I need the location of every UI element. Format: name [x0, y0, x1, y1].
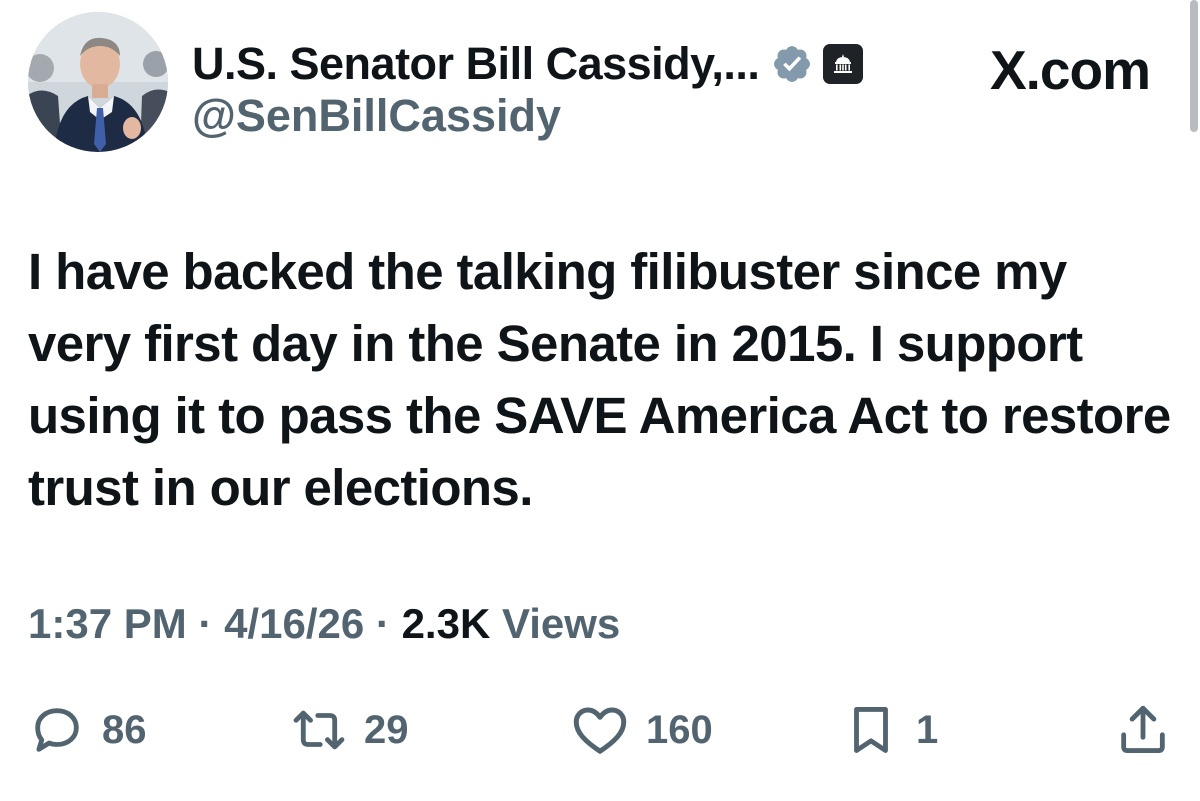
verified-badge-icon[interactable] — [771, 43, 813, 85]
name-row: U.S. Senator Bill Cassidy,... — [192, 32, 864, 96]
tweet-header: U.S. Senator Bill Cassidy,... @SenBillCa… — [28, 12, 1178, 157]
handle[interactable]: @SenBillCassidy — [192, 90, 561, 142]
repost-icon — [293, 710, 345, 750]
meta-separator: · — [198, 600, 213, 647]
like-count: 160 — [646, 707, 713, 752]
avatar[interactable] — [28, 12, 168, 152]
capitol-building-icon[interactable] — [823, 44, 864, 84]
like-button[interactable]: 160 — [570, 695, 713, 765]
reply-icon — [35, 708, 79, 752]
avatar-photo — [28, 12, 168, 152]
reply-button[interactable]: 86 — [28, 695, 147, 765]
bookmark-count: 1 — [916, 707, 939, 752]
bookmark-button[interactable]: 1 — [842, 695, 938, 765]
tweet-text: I have backed the talking filibuster sin… — [28, 243, 1171, 516]
repost-count: 29 — [364, 707, 409, 752]
display-name[interactable]: U.S. Senator Bill Cassidy,... — [192, 38, 760, 90]
repost-button[interactable]: 29 — [290, 695, 409, 765]
tweet-date[interactable]: 4/16/26 — [224, 600, 364, 647]
share-button[interactable] — [1114, 695, 1172, 765]
heart-icon — [573, 707, 627, 754]
tweet-meta: 1:37 PM · 4/16/26 · 2.3K Views — [28, 600, 620, 648]
views-label: Views — [501, 600, 621, 647]
action-bar: 86 29 160 1 — [28, 695, 1178, 765]
tweet-time[interactable]: 1:37 PM — [28, 600, 187, 647]
views-count: 2.3K — [401, 600, 491, 647]
brand-wordmark: X.com — [989, 39, 1151, 101]
scrollbar[interactable] — [1190, 0, 1198, 132]
reply-count: 86 — [102, 707, 147, 752]
meta-separator: · — [375, 600, 390, 647]
bookmark-icon — [854, 707, 888, 753]
share-icon — [1121, 705, 1165, 753]
